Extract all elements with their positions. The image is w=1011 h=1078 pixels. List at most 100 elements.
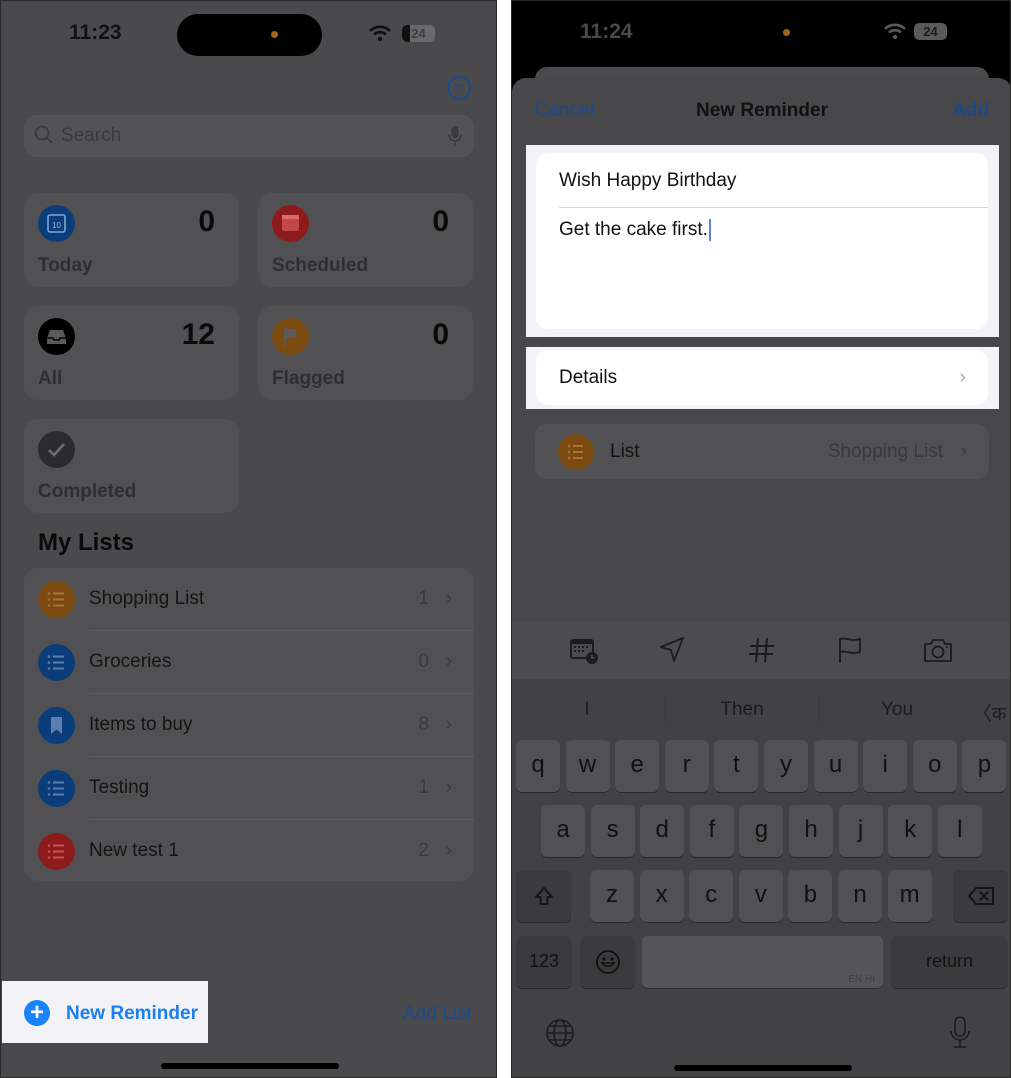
details-button[interactable]: Details › — [536, 350, 988, 405]
key-y[interactable]: y — [764, 740, 808, 792]
smart-list-flagged[interactable]: 0 Flagged — [258, 306, 473, 400]
key-r[interactable]: r — [664, 740, 709, 792]
notes-field[interactable]: Get the cake first. — [559, 219, 711, 241]
list-bullet-icon — [38, 644, 75, 681]
key-o[interactable]: o — [912, 740, 957, 792]
key-m[interactable]: m — [887, 870, 932, 922]
status-time: 11:24 — [580, 20, 633, 43]
smart-list-completed[interactable]: Completed — [24, 419, 239, 513]
plus-circle-icon: + — [24, 1000, 50, 1026]
key-f[interactable]: f — [689, 805, 734, 857]
space-key[interactable]: EN HI — [642, 936, 883, 988]
wifi-icon — [884, 23, 906, 39]
list-count: 8 — [418, 714, 429, 735]
globe-icon[interactable] — [545, 1018, 575, 1048]
list-name: Groceries — [89, 651, 172, 672]
language-switch-suggestion[interactable]: 〈क — [967, 699, 1010, 726]
calendar-clock-icon[interactable] — [568, 635, 600, 665]
wifi-icon — [369, 25, 391, 41]
bookmark-icon — [38, 707, 75, 744]
key-p[interactable]: p — [962, 740, 1007, 792]
key-u[interactable]: u — [813, 740, 858, 792]
key-e[interactable]: e — [615, 740, 660, 792]
chevron-right-icon: › — [445, 651, 452, 672]
smart-list-today[interactable]: 10 0 Today — [24, 193, 239, 287]
shift-key[interactable] — [516, 870, 571, 922]
key-s[interactable]: s — [590, 805, 635, 857]
list-selector[interactable]: List Shopping List › — [535, 424, 989, 479]
key-c[interactable]: c — [689, 870, 734, 922]
chevron-right-icon: › — [445, 840, 452, 861]
microphone-icon[interactable] — [448, 125, 462, 147]
new-reminder-button[interactable]: + New Reminder — [2, 981, 208, 1043]
key-q[interactable]: q — [516, 740, 560, 792]
list-count: 1 — [418, 777, 429, 798]
smart-list-all[interactable]: 12 All — [24, 306, 239, 400]
flagged-count: 0 — [432, 318, 449, 351]
delete-key[interactable] — [953, 870, 1008, 922]
list-item[interactable]: Shopping List 1 › — [24, 568, 474, 631]
tray-icon — [38, 318, 75, 355]
return-key[interactable]: return — [891, 936, 1008, 988]
all-count: 12 — [181, 318, 215, 351]
home-indicator[interactable] — [161, 1063, 339, 1069]
list-item[interactable]: Testing 1 › — [24, 757, 474, 820]
svg-text:10: 10 — [52, 221, 61, 230]
key-a[interactable]: a — [541, 805, 585, 857]
hashtag-icon[interactable] — [746, 635, 778, 665]
location-arrow-icon[interactable] — [656, 635, 688, 665]
scheduled-label: Scheduled — [272, 255, 369, 276]
title-field[interactable]: Wish Happy Birthday — [559, 170, 736, 192]
smart-list-scheduled[interactable]: 0 Scheduled — [258, 193, 473, 287]
list-label: List — [610, 441, 640, 462]
home-indicator[interactable] — [674, 1065, 852, 1071]
my-lists-heading: My Lists — [38, 529, 135, 556]
key-h[interactable]: h — [789, 805, 833, 857]
chevron-right-icon: › — [445, 714, 452, 735]
key-w[interactable]: w — [565, 740, 610, 792]
dictation-microphone-icon[interactable] — [949, 1016, 971, 1050]
list-item[interactable]: Groceries 0 › — [24, 631, 474, 694]
list-item[interactable]: Items to buy 8 › — [24, 694, 474, 757]
chevron-right-icon: › — [445, 777, 452, 798]
sheet-title: New Reminder — [696, 100, 828, 121]
key-t[interactable]: t — [714, 740, 759, 792]
suggestion[interactable]: You — [862, 699, 932, 721]
key-j[interactable]: j — [838, 805, 883, 857]
keyboard: I Then You 〈क qwertyuiop asdfghjkl zxcvbnm… — [512, 679, 1010, 1077]
more-options-icon[interactable]: ··· — [447, 76, 471, 100]
emoji-key[interactable] — [580, 936, 635, 988]
key-k[interactable]: k — [888, 805, 933, 857]
scheduled-count: 0 — [432, 205, 449, 238]
list-name: Testing — [89, 777, 150, 798]
flagged-label: Flagged — [272, 368, 345, 389]
search-icon — [34, 125, 53, 144]
key-n[interactable]: n — [838, 870, 882, 922]
list-value: Shopping List — [827, 441, 943, 462]
key-v[interactable]: v — [738, 870, 783, 922]
key-d[interactable]: d — [640, 805, 685, 857]
key-i[interactable]: i — [863, 740, 908, 792]
key-z[interactable]: z — [590, 870, 634, 922]
add-list-button[interactable]: Add List — [403, 1003, 472, 1025]
text-cursor — [708, 219, 711, 241]
checkmark-icon — [38, 431, 75, 468]
search-field[interactable]: Search — [24, 115, 474, 157]
chevron-right-icon: › — [960, 441, 967, 462]
flag-icon[interactable] — [834, 635, 866, 665]
calendar-scheduled-icon — [272, 205, 309, 242]
key-b[interactable]: b — [788, 870, 833, 922]
suggestion[interactable]: Then — [702, 699, 782, 721]
numbers-key[interactable]: 123 — [516, 936, 572, 988]
suggestion[interactable]: I — [552, 699, 622, 721]
camera-icon[interactable] — [922, 635, 954, 665]
today-label: Today — [38, 255, 93, 276]
key-g[interactable]: g — [739, 805, 784, 857]
battery-icon: 24 — [914, 23, 947, 40]
list-item[interactable]: New test 1 2 › — [24, 820, 474, 883]
list-bullet-icon — [38, 833, 75, 870]
key-x[interactable]: x — [639, 870, 684, 922]
key-l[interactable]: l — [937, 805, 982, 857]
calendar-today-icon: 10 — [38, 205, 75, 242]
add-button[interactable]: Add — [952, 100, 989, 122]
